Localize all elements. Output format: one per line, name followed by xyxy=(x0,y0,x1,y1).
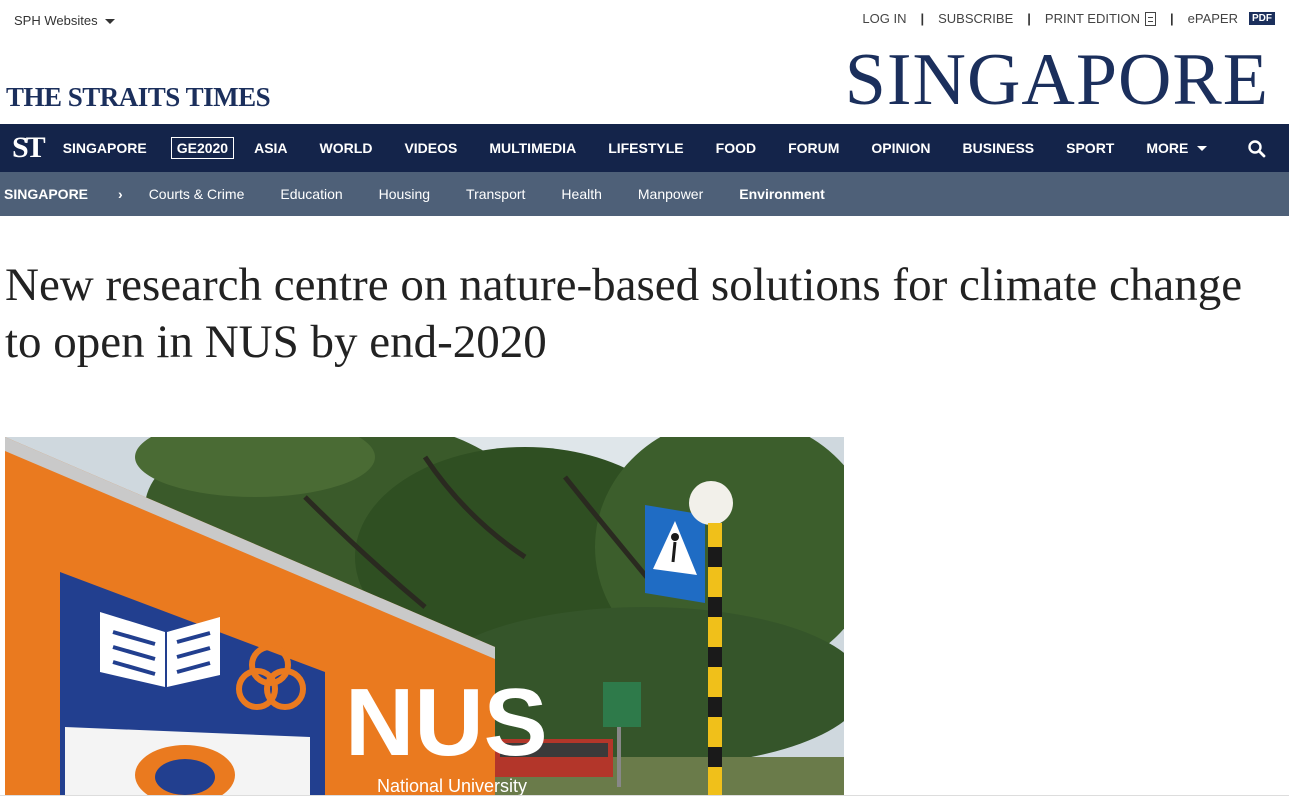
subnav-section-label[interactable]: SINGAPORE xyxy=(4,186,88,202)
sign-subtext: National University xyxy=(377,776,527,795)
nav-lifestyle[interactable]: LIFESTYLE xyxy=(608,140,683,156)
pdf-badge: PDF xyxy=(1249,12,1275,25)
nav-opinion[interactable]: OPINION xyxy=(871,140,930,156)
nav-world[interactable]: WORLD xyxy=(320,140,373,156)
subscribe-link[interactable]: SUBSCRIBE xyxy=(938,11,1013,26)
section-title: SINGAPORE xyxy=(844,39,1269,121)
chevron-down-icon xyxy=(104,19,115,24)
straits-times-logo[interactable]: THE STRAITS TIMES xyxy=(6,82,271,113)
print-edition-link[interactable]: PRINT EDITION xyxy=(1045,11,1157,26)
separator: | xyxy=(920,11,925,26)
nav-singapore[interactable]: SINGAPORE xyxy=(63,140,147,156)
sign-nus-text: NUS xyxy=(345,669,548,776)
nav-more-label: MORE xyxy=(1146,140,1189,156)
chevron-down-icon xyxy=(1197,146,1208,151)
sub-nav: SINGAPORE › Courts & Crime Education Hou… xyxy=(0,172,1289,216)
document-icon xyxy=(1145,11,1157,26)
nav-more-dropdown[interactable]: MORE xyxy=(1146,140,1208,156)
subnav-transport[interactable]: Transport xyxy=(466,186,525,202)
article-photo[interactable]: NUS National University xyxy=(5,437,844,795)
nav-ge2020[interactable]: GE2020 xyxy=(170,137,235,159)
utility-bar: SPH Websites LOG IN | SUBSCRIBE | PRINT … xyxy=(0,0,1289,40)
nav-food[interactable]: FOOD xyxy=(716,140,756,156)
subnav-manpower[interactable]: Manpower xyxy=(638,186,703,202)
nav-sport[interactable]: SPORT xyxy=(1066,140,1114,156)
nus-campus-photo: NUS National University xyxy=(5,437,844,795)
subnav-health[interactable]: Health xyxy=(561,186,601,202)
nav-videos[interactable]: VIDEOS xyxy=(404,140,457,156)
chevron-right-icon: › xyxy=(118,186,123,202)
subnav-environment[interactable]: Environment xyxy=(739,186,825,202)
primary-nav: ST SINGAPORE GE2020 ASIA WORLD VIDEOS MU… xyxy=(0,124,1289,172)
separator: | xyxy=(1170,11,1174,26)
sph-websites-dropdown[interactable]: SPH Websites xyxy=(14,13,115,28)
nav-business[interactable]: BUSINESS xyxy=(963,140,1035,156)
account-links: LOG IN | SUBSCRIBE | PRINT EDITION | ePA… xyxy=(862,11,1275,26)
epaper-link[interactable]: ePAPER PDF xyxy=(1188,11,1275,26)
nav-forum[interactable]: FORUM xyxy=(788,140,839,156)
login-link[interactable]: LOG IN xyxy=(862,11,906,26)
subnav-housing[interactable]: Housing xyxy=(379,186,430,202)
separator: | xyxy=(1027,11,1031,26)
sph-websites-label: SPH Websites xyxy=(14,13,98,28)
nav-asia[interactable]: ASIA xyxy=(254,140,287,156)
search-icon[interactable] xyxy=(1247,139,1267,159)
divider xyxy=(0,795,1289,796)
article-headline: New research centre on nature-based solu… xyxy=(5,259,1243,368)
subnav-education[interactable]: Education xyxy=(280,186,342,202)
st-logo-mark[interactable]: ST xyxy=(12,131,46,165)
nav-multimedia[interactable]: MULTIMEDIA xyxy=(489,140,576,156)
subnav-courts-crime[interactable]: Courts & Crime xyxy=(149,186,245,202)
